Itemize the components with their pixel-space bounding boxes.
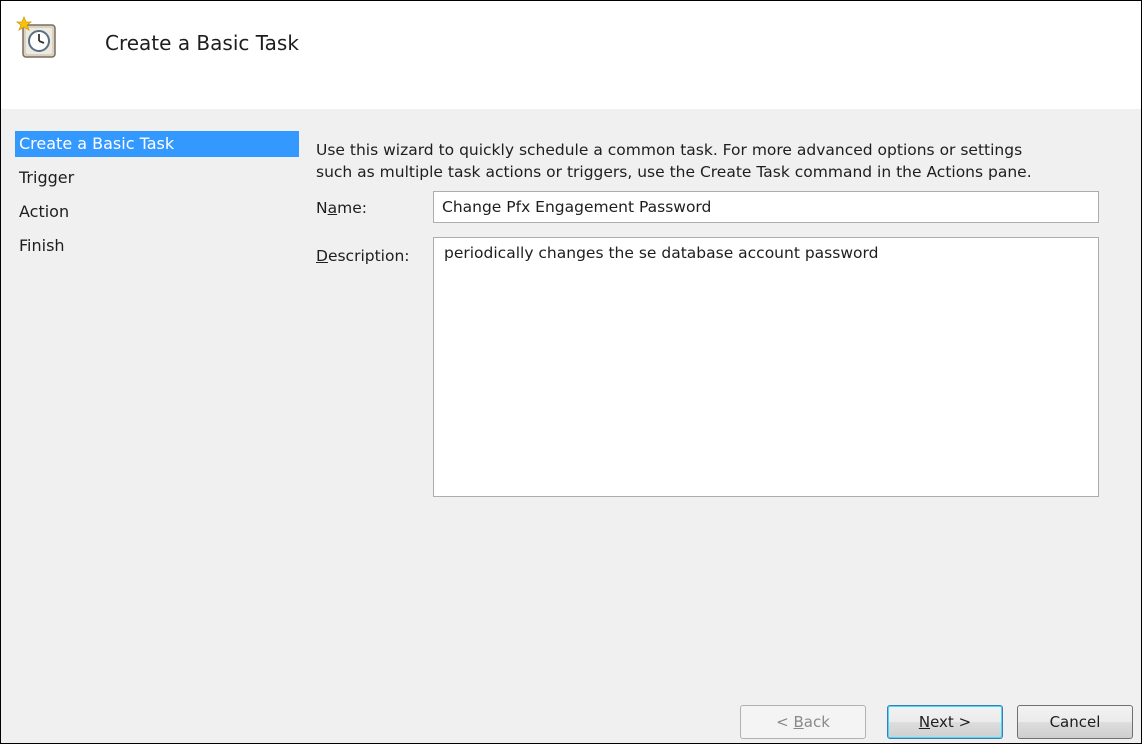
name-label-accel: a (327, 199, 338, 217)
page-title: Create a Basic Task (105, 31, 299, 55)
wizard-header: Create a Basic Task (1, 1, 1141, 109)
step-create-basic-task[interactable]: Create a Basic Task (15, 131, 299, 157)
back-label-accel: B (793, 713, 804, 731)
next-button[interactable]: Next > (887, 705, 1003, 739)
back-label-pre: < (776, 713, 794, 731)
back-button[interactable]: < Back (740, 705, 866, 739)
step-action[interactable]: Action (15, 199, 299, 233)
name-label-post: me: (337, 199, 367, 217)
name-label-pre: N (316, 199, 328, 217)
scheduled-task-clock-icon (15, 15, 56, 58)
description-label: Description: (316, 247, 410, 265)
wizard-window: Create a Basic Task Create a Basic Task … (0, 0, 1142, 744)
cancel-button[interactable]: Cancel (1017, 705, 1133, 739)
step-trigger[interactable]: Trigger (15, 165, 299, 199)
next-label-accel: N (918, 713, 931, 731)
wizard-intro-text: Use this wizard to quickly schedule a co… (316, 139, 1116, 183)
description-label-accel: D (316, 247, 328, 265)
next-label-post: ext > (930, 713, 972, 731)
back-label-post: ack (803, 713, 830, 731)
intro-line-2: such as multiple task actions or trigger… (316, 163, 1032, 181)
step-finish[interactable]: Finish (15, 233, 299, 267)
intro-line-1: Use this wizard to quickly schedule a co… (316, 141, 1023, 159)
wizard-steps-nav: Create a Basic Task Trigger Action Finis… (15, 131, 299, 267)
name-label: Name: (316, 199, 367, 217)
name-input[interactable] (433, 191, 1099, 223)
description-input[interactable]: periodically changes the se database acc… (433, 237, 1099, 497)
description-label-post: escription: (327, 247, 410, 265)
